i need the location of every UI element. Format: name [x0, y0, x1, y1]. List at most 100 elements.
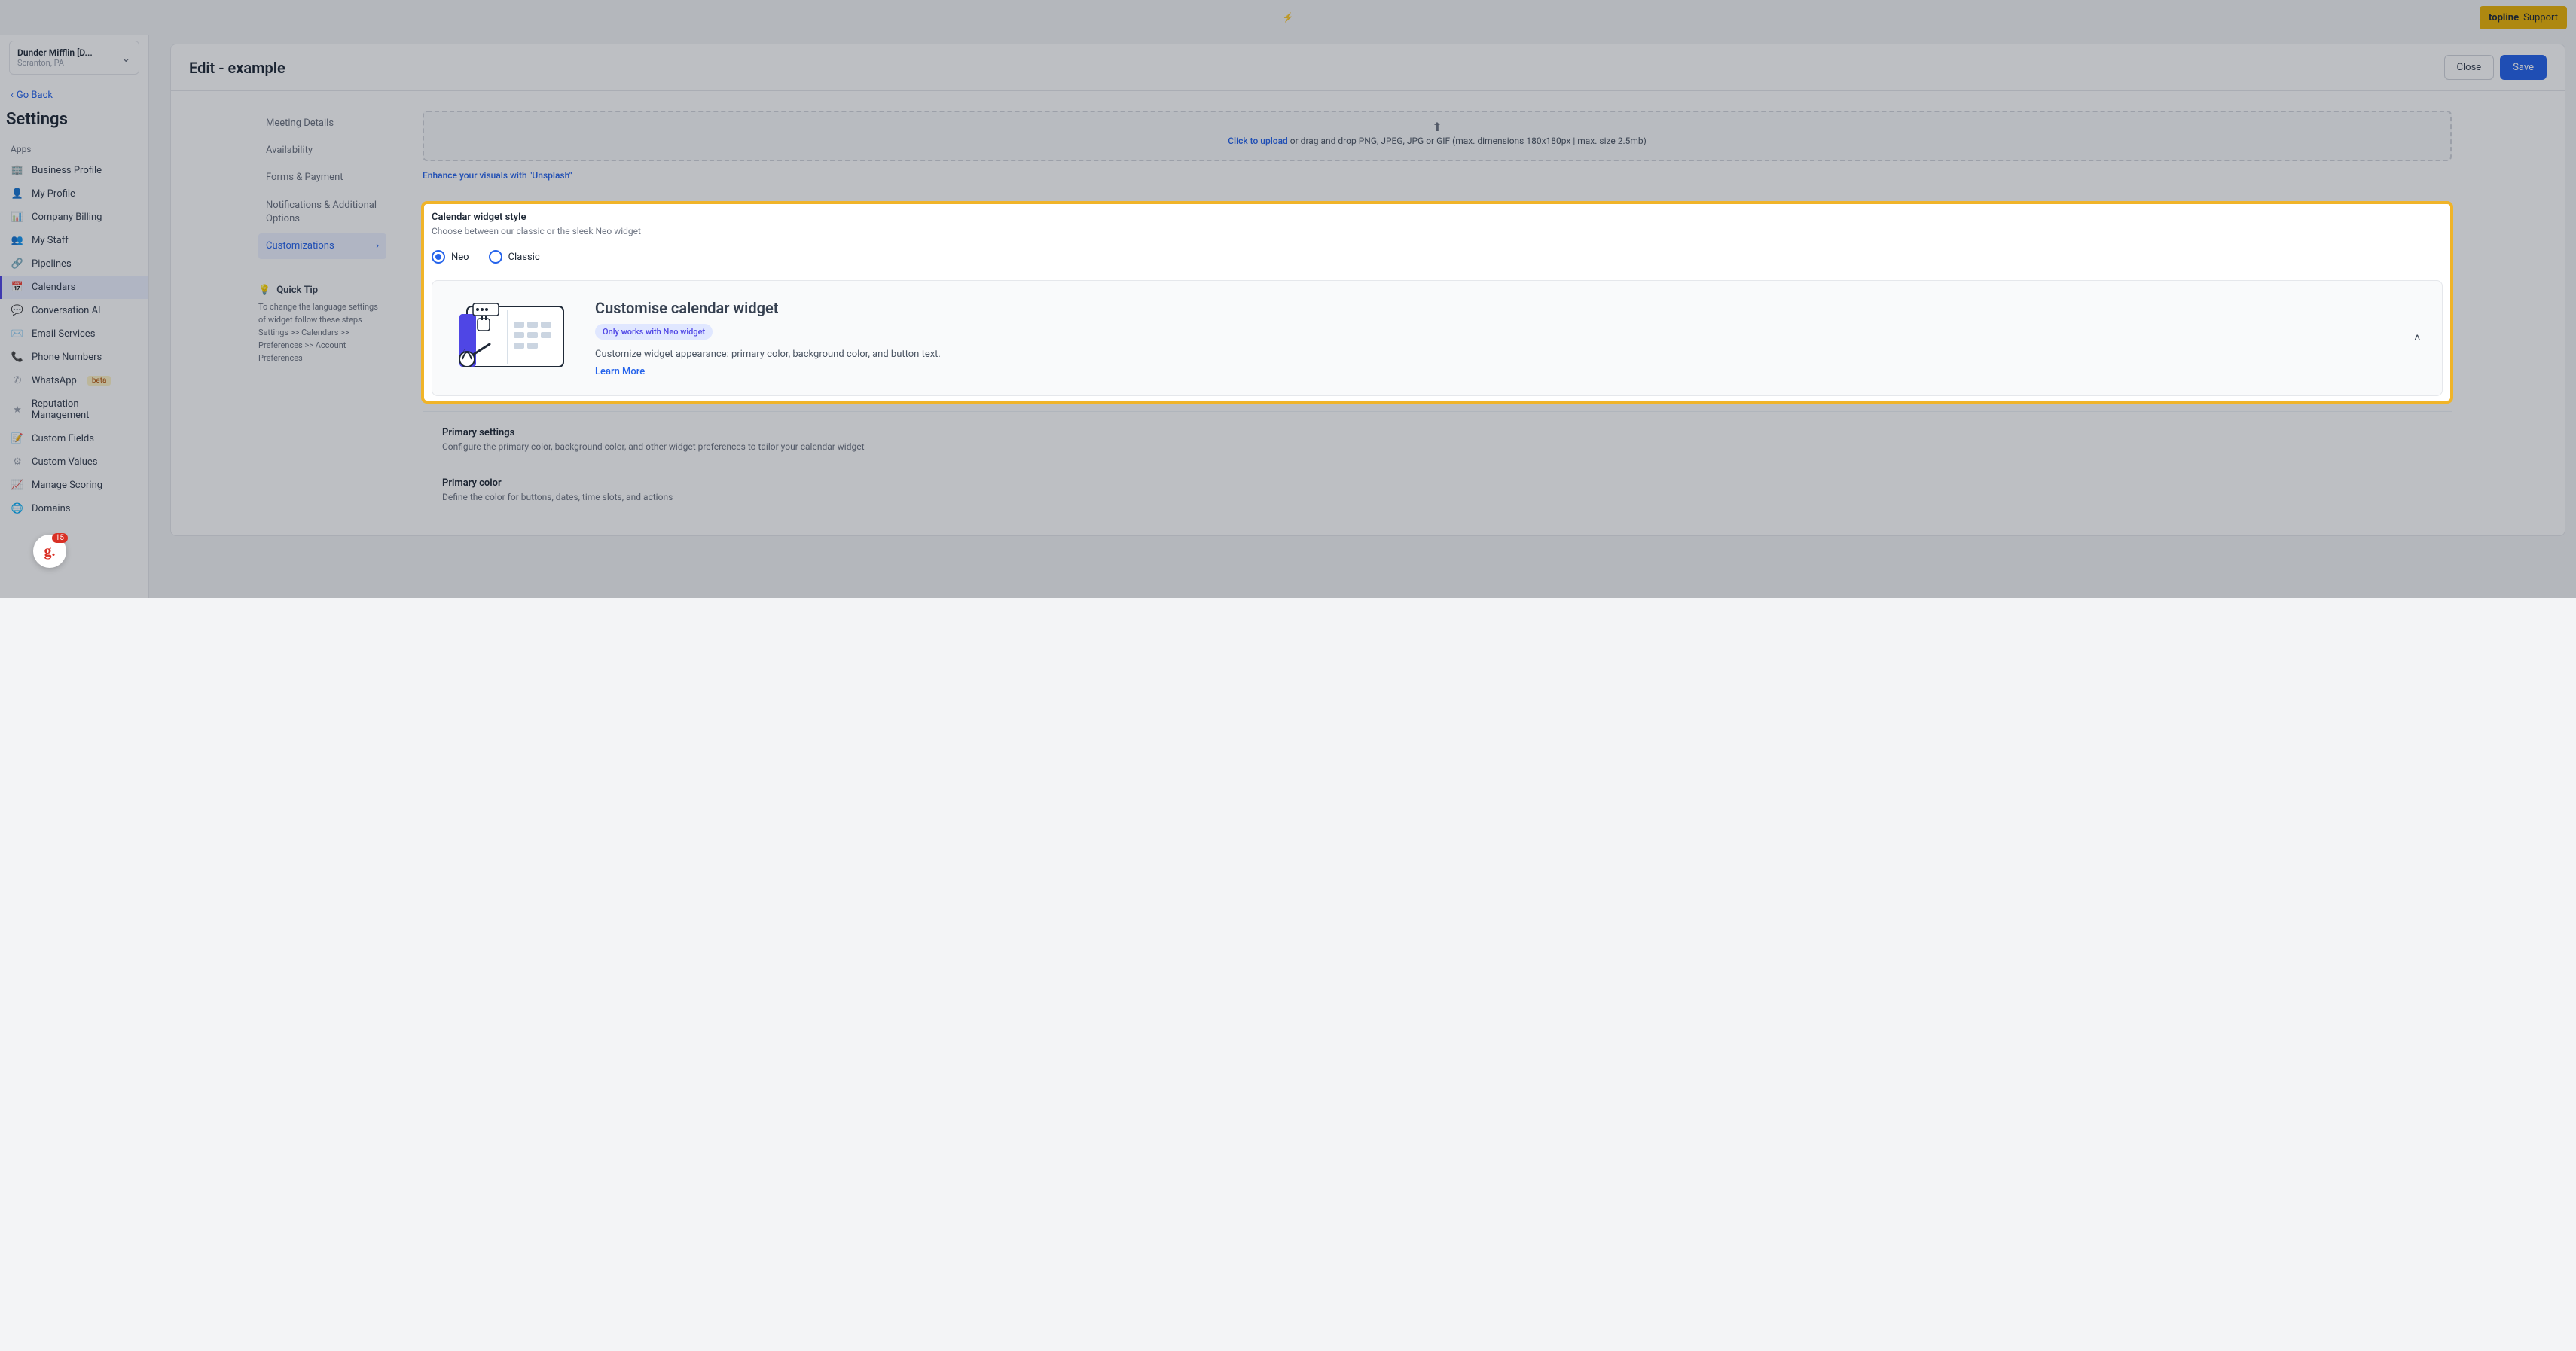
- content-wrap: Meeting Details Availability Forms & Pay…: [170, 91, 2565, 536]
- upload-icon: ⬆: [1432, 120, 1442, 134]
- quicktip-title: Quick Tip: [276, 285, 318, 296]
- sidebar-item-label: Phone Numbers: [32, 352, 102, 363]
- nav-icon: ★: [11, 404, 24, 416]
- org-location: Scranton, PA: [17, 58, 115, 68]
- save-button[interactable]: Save: [2500, 55, 2547, 80]
- beta-badge: beta: [87, 376, 111, 386]
- main: Edit - example Close Save Meeting Detail…: [149, 35, 2576, 598]
- floating-badge[interactable]: g. 15: [33, 535, 66, 568]
- tab-forms-payment[interactable]: Forms & Payment: [258, 165, 386, 191]
- sidebar-item-label: My Profile: [32, 188, 75, 200]
- sidebar-item-reputation-management[interactable]: ★ Reputation Management: [0, 392, 148, 427]
- org-name: Dunder Mifflin [D...: [17, 47, 115, 58]
- page-header: Edit - example Close Save: [170, 44, 2565, 91]
- chevron-up-icon[interactable]: ˄: [2414, 331, 2421, 346]
- nav-icon: 👥: [11, 235, 24, 246]
- sidebar-item-calendars[interactable]: 📅 Calendars: [0, 276, 148, 299]
- sidebar-item-company-billing[interactable]: 📊Company Billing: [0, 206, 148, 229]
- support-brand: topline: [2489, 12, 2519, 23]
- neo-only-pill: Only works with Neo widget: [595, 324, 713, 340]
- customize-card-title: Customise calendar widget: [595, 299, 2393, 317]
- radio-classic-label: Classic: [508, 252, 540, 263]
- sidebar-item-phone-numbers[interactable]: 📞 Phone Numbers: [0, 346, 148, 369]
- primary-settings-title: Primary settings: [442, 427, 2432, 438]
- support-label: Support: [2523, 12, 2558, 23]
- sidebar-item-whatsapp[interactable]: ✆WhatsAppbeta: [0, 369, 148, 392]
- widget-style-title: Calendar widget style: [432, 212, 2443, 223]
- bulb-icon: 💡: [258, 285, 270, 296]
- sidebar-item-label: Manage Scoring: [32, 480, 102, 491]
- sidebar: Dunder Mifflin [D... Scranton, PA ⌄ ‹ Go…: [0, 35, 149, 598]
- chevron-down-icon: ⌄: [121, 50, 131, 65]
- org-selector[interactable]: Dunder Mifflin [D... Scranton, PA ⌄: [9, 41, 139, 75]
- nav-icon: ✉️: [11, 328, 24, 340]
- sidebar-item-pipelines[interactable]: 🔗 Pipelines: [0, 252, 148, 276]
- primary-color-block: Primary color Define the color for butto…: [423, 474, 2452, 517]
- radio-dot-icon: [489, 250, 502, 264]
- go-back-link[interactable]: ‹ Go Back: [0, 81, 148, 105]
- learn-more-link[interactable]: Learn More: [595, 366, 645, 377]
- badge-count: 15: [52, 533, 68, 543]
- primary-settings-block: Primary settings Configure the primary c…: [423, 411, 2452, 467]
- radio-neo-label: Neo: [451, 252, 469, 263]
- sidebar-item-label: Business Profile: [32, 165, 102, 176]
- topbar: ⚡ topline Support: [0, 0, 2576, 35]
- go-back-label: Go Back: [17, 90, 53, 101]
- sidebar-item-label: Custom Values: [32, 456, 98, 468]
- sidebar-item-my-staff[interactable]: 👥My Staff: [0, 229, 148, 252]
- primary-color-sub: Define the color for buttons, dates, tim…: [442, 492, 2432, 502]
- sidebar-item-label: Calendars: [32, 282, 75, 293]
- sidebar-item-custom-values[interactable]: ⚙ Custom Values: [0, 450, 148, 474]
- support-button[interactable]: topline Support: [2480, 6, 2567, 29]
- sidebar-item-conversation-ai[interactable]: 💬 Conversation AI: [0, 299, 148, 322]
- nav-icon: 📞: [11, 352, 24, 363]
- bolt-icon: ⚡: [1283, 12, 1294, 23]
- config-tabs: Meeting Details Availability Forms & Pay…: [171, 111, 397, 535]
- quick-tip: 💡 Quick Tip To change the language setti…: [258, 285, 386, 364]
- customize-illustration: [453, 300, 574, 376]
- tab-customizations-label: Customizations: [266, 239, 334, 253]
- tab-availability[interactable]: Availability: [258, 138, 386, 163]
- sidebar-item-manage-scoring[interactable]: 📈 Manage Scoring: [0, 474, 148, 497]
- upload-rest: or drag and drop PNG, JPEG, JPG or GIF (…: [1288, 136, 1647, 146]
- sidebar-item-my-profile[interactable]: 👤 My Profile: [0, 182, 148, 206]
- sidebar-item-label: Domains: [32, 503, 70, 514]
- radio-neo[interactable]: Neo: [432, 250, 469, 264]
- close-button[interactable]: Close: [2444, 55, 2495, 80]
- primary-color-title: Primary color: [442, 477, 2432, 489]
- nav-icon: 🌐: [11, 503, 24, 514]
- nav-icon: 📝: [11, 433, 24, 444]
- primary-settings-sub: Configure the primary color, background …: [442, 441, 2432, 452]
- nav-icon: 🔗: [11, 258, 24, 270]
- sidebar-item-label: Custom Fields: [32, 433, 94, 444]
- nav-icon: ⚙: [11, 456, 24, 468]
- tab-notifications[interactable]: Notifications & Additional Options: [258, 193, 386, 232]
- sidebar-item-email-services[interactable]: ✉️Email Services: [0, 322, 148, 346]
- tab-meeting-details[interactable]: Meeting Details: [258, 111, 386, 136]
- radio-classic[interactable]: Classic: [489, 250, 540, 264]
- sidebar-item-domains[interactable]: 🌐 Domains: [0, 497, 148, 520]
- sidebar-item-label: Pipelines: [32, 258, 72, 270]
- customize-card-desc: Customize widget appearance: primary col…: [595, 349, 2393, 360]
- tab-customizations[interactable]: Customizations ›: [258, 233, 386, 259]
- unsplash-link[interactable]: Enhance your visuals with "Unsplash": [423, 170, 572, 181]
- nav-icon: 📅: [11, 282, 24, 293]
- widget-style-subtitle: Choose between our classic or the sleek …: [432, 226, 2443, 236]
- upload-link[interactable]: Click to upload: [1228, 136, 1288, 146]
- quicktip-body: To change the language settings of widge…: [258, 300, 386, 364]
- badge-g-icon: g.: [44, 543, 56, 560]
- nav-icon: ✆: [11, 375, 24, 386]
- topbar-center: ⚡: [1283, 12, 1294, 23]
- sidebar-item-custom-fields[interactable]: 📝 Custom Fields: [0, 427, 148, 450]
- sidebar-item-label: Reputation Management: [32, 398, 138, 421]
- nav-icon: 📈: [11, 480, 24, 491]
- nav-icon: 💬: [11, 305, 24, 316]
- upload-box[interactable]: ⬆ Click to upload or drag and drop PNG, …: [423, 111, 2452, 161]
- sidebar-item-label: Conversation AI: [32, 305, 101, 316]
- page-title: Edit - example: [189, 59, 285, 77]
- sidebar-item-business-profile[interactable]: 🏢 Business Profile: [0, 159, 148, 182]
- nav-icon: 🏢: [11, 165, 24, 176]
- nav-icon: 👤: [11, 188, 24, 200]
- chevron-left-icon: ‹: [11, 90, 14, 101]
- nav-group-label: Apps: [0, 139, 148, 159]
